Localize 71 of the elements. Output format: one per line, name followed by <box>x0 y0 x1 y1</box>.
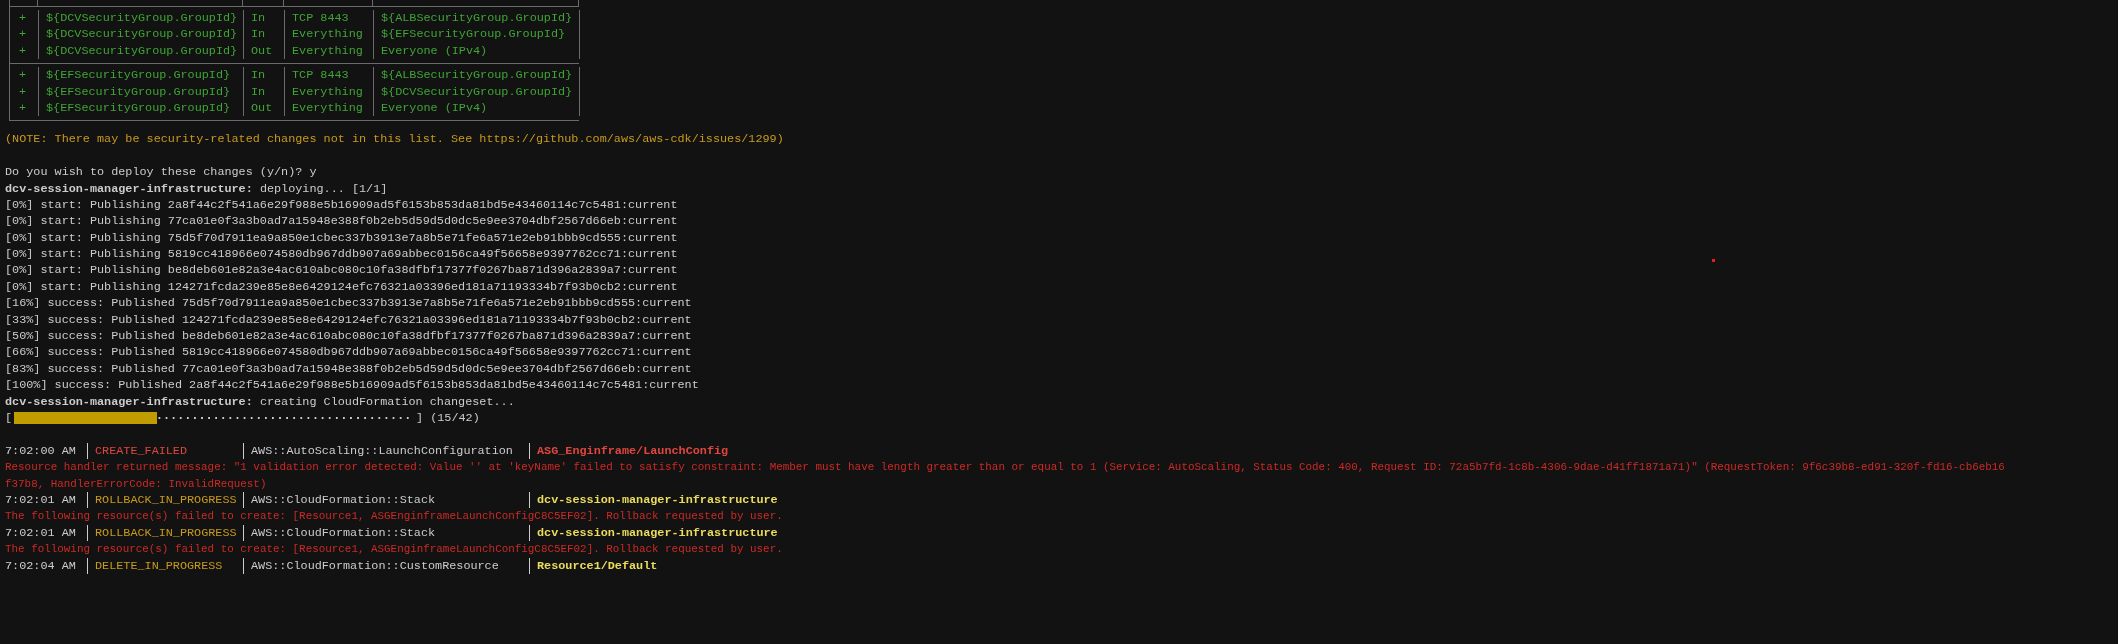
stack-name: dcv-session-manager-infrastructure: <box>5 394 253 409</box>
resource-type: AWS::CloudFormation::Stack <box>244 524 530 542</box>
log-line: [0%] start: Publishing 2a8f44c2f541a6e29f988e5b16909ad5f6153b853da81bd5e43460114c7c5481:current <box>5 196 678 214</box>
stack-name: dcv-session-manager-infrastructure: <box>5 181 253 196</box>
log-line: [66%] success: Published 5819cc418966e074580db967ddb907a69abbec0156ca49f56658e9397762cc71:current <box>5 344 692 361</box>
change-sign: + <box>10 67 38 84</box>
error-message: The following resource(s) failed to create: [Resource1, ASGEnginframeLaunchConfigC8C5EF02]. Rollback requested by user. <box>5 542 783 558</box>
protocol: Everything <box>284 99 373 117</box>
peer: ${DCVSecurityGroup.GroupId} <box>373 83 579 100</box>
direction: Out <box>243 42 284 60</box>
direction: In <box>243 26 284 43</box>
resource-type: AWS::CloudFormation::CustomResource <box>244 557 530 574</box>
event-status: ROLLBACK_IN_PROGRESS <box>88 491 244 509</box>
peer: ${EFSecurityGroup.GroupId} <box>373 26 579 43</box>
protocol: TCP 8443 <box>284 10 373 27</box>
security-note: (NOTE: There may be security-related changes not in this list. See https://github.com/aws/aws-cdk/issues/1299) <box>5 131 784 148</box>
security-group-id: ${DCVSecurityGroup.GroupId} <box>38 42 243 60</box>
progress-count: (15/42) <box>430 410 480 427</box>
change-sign: + <box>10 99 38 117</box>
log-line: [0%] start: Publishing be8deb601e82a3e4ac610abc080c10fa38dfbf17377f0267ba871d396a2839a7:current <box>5 262 678 279</box>
log-line: [83%] success: Published 77ca01e0f3a3b0ad7a15948e388f0b2eb5d59d5d0dc5e9ee3704dbf2567d66eb:current <box>5 360 692 378</box>
event-status: DELETE_IN_PROGRESS <box>88 557 244 574</box>
log-line: [100%] success: Published 2a8f44c2f541a6e29f988e5b16909ad5f6153b853da81bd5e43460114c7c5481:current <box>5 377 699 394</box>
stack-status-text: creating CloudFormation changeset... <box>259 394 515 409</box>
event-status: CREATE_FAILED <box>88 442 244 460</box>
resource-type: AWS::AutoScaling::LaunchConfiguration <box>244 442 530 460</box>
error-message: Resource handler returned message: "1 validation error detected: Value '' at 'keyName' failed to satisfy constraint: Member must have length greater than or equal to 1 (Service: AutoScaling, Status Code: 400, Request ID: 72a5b7fd-1c8b-4306-9dae-d41ff1871a71)" (RequestToken: 9f6c39b8-ed91-320f-fd16-cb6eb16 <box>5 460 2005 476</box>
protocol: Everything <box>284 26 373 43</box>
security-group-id: ${EFSecurityGroup.GroupId} <box>38 67 243 84</box>
event-status: ROLLBACK_IN_PROGRESS <box>88 524 244 542</box>
resource-name: Resource1/Default <box>536 557 659 574</box>
peer: ${ALBSecurityGroup.GroupId} <box>373 10 579 27</box>
bracket: [ <box>5 410 13 427</box>
log-line: [0%] start: Publishing 75d5f70d7911ea9a850e1cbec337b3913e7a8b5e71fe6a571e2eb91bbb9cd555:current <box>5 229 678 247</box>
protocol: TCP 8443 <box>284 67 373 84</box>
security-group-id: ${DCVSecurityGroup.GroupId} <box>38 26 243 43</box>
security-group-id: ${DCVSecurityGroup.GroupId} <box>38 10 243 27</box>
direction: In <box>243 10 284 27</box>
event-time: 7:02:00 AM <box>5 442 88 460</box>
resource-type: AWS::CloudFormation::Stack <box>244 491 530 509</box>
protocol: Everything <box>284 42 373 60</box>
log-line: [16%] success: Published 75d5f70d7911ea9a850e1cbec337b3913e7a8b5e71fe6a571e2eb91bbb9cd555:current <box>5 295 692 312</box>
direction: Out <box>243 99 284 117</box>
error-message: The following resource(s) failed to create: [Resource1, ASGEnginframeLaunchConfigC8C5EF02]. Rollback requested by user. <box>5 509 783 525</box>
resource-name: ASG_Enginframe/LaunchConfig <box>536 442 730 460</box>
security-group-id: ${EFSecurityGroup.GroupId} <box>38 83 243 100</box>
direction: In <box>243 83 284 100</box>
change-sign: + <box>10 10 38 27</box>
resource-name: dcv-session-manager-infrastructure <box>536 524 779 542</box>
event-time: 7:02:04 AM <box>5 557 88 574</box>
log-line: [0%] start: Publishing 124271fcda239e85e8e6429124efc76321a03396ed181a71193334b7f93b0cb2:current <box>5 278 678 296</box>
peer: Everyone (IPv4) <box>373 99 579 117</box>
bracket: ] <box>416 410 424 427</box>
change-sign: + <box>10 42 38 60</box>
peer: ${ALBSecurityGroup.GroupId} <box>373 67 579 84</box>
protocol: Everything <box>284 83 373 100</box>
resource-name: dcv-session-manager-infrastructure <box>536 491 779 509</box>
stack-status-text: deploying... [1/1] <box>259 181 388 196</box>
log-line: [0%] start: Publishing 77ca01e0f3a3b0ad7a15948e388f0b2eb5d59d5d0dc5e9ee3704dbf2567d66eb:current <box>5 213 678 230</box>
peer: Everyone (IPv4) <box>373 42 579 60</box>
error-message: f37b8, HandlerErrorCode: InvalidRequest) <box>5 476 267 492</box>
direction: In <box>243 67 284 84</box>
security-group-id: ${EFSecurityGroup.GroupId} <box>38 99 243 117</box>
log-line: [50%] success: Published be8deb601e82a3e4ac610abc080c10fa38dfbf17377f0267ba871d396a2839a7:current <box>5 328 692 345</box>
event-time: 7:02:01 AM <box>5 491 88 509</box>
change-sign: + <box>10 83 38 100</box>
log-line: [33%] success: Published 124271fcda239e85e8e6429124efc76321a03396ed181a71193334b7f93b0cb2:current <box>5 311 692 329</box>
event-time: 7:02:01 AM <box>5 524 88 542</box>
deploy-prompt: Do you wish to deploy these changes (y/n)? y <box>5 164 317 181</box>
log-line: [0%] start: Publishing 5819cc418966e074580db967ddb907a69abbec0156ca49f56658e9397762cc71:current <box>5 246 678 263</box>
change-sign: + <box>10 26 38 43</box>
